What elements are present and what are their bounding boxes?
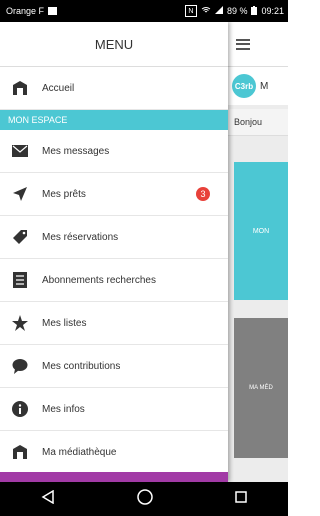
logo[interactable]: C3rb xyxy=(232,74,256,98)
android-nav-bar xyxy=(0,482,288,516)
carrier-label: Orange F xyxy=(6,6,45,16)
menu-item-label: Ma médiathèque xyxy=(42,446,117,458)
recents-icon[interactable] xyxy=(235,490,247,508)
tile-ma-mediatheque[interactable]: MA MÉD xyxy=(234,318,288,458)
menu-item-mes-reservations[interactable]: Mes réservations xyxy=(0,216,228,259)
menu-item-ma-mediatheque[interactable]: Ma médiathèque xyxy=(0,431,228,474)
library-icon xyxy=(10,442,30,462)
tile-mon-espace[interactable]: MON xyxy=(234,162,288,300)
menu-item-mes-messages[interactable]: Mes messages xyxy=(0,130,228,173)
app-toolbar xyxy=(228,22,288,67)
menu-item-mes-prets[interactable]: Mes prêts 3 xyxy=(0,173,228,216)
menu-item-accueil[interactable]: Accueil xyxy=(0,67,228,110)
tag-icon xyxy=(10,227,30,247)
menu-item-label: Mes prêts xyxy=(42,188,86,200)
star-icon xyxy=(10,313,30,333)
section-header: MON ESPACE xyxy=(0,110,228,130)
menu-item-label: Mes infos xyxy=(42,403,85,415)
info-icon xyxy=(10,399,30,419)
nfc-icon: N xyxy=(184,5,197,17)
menu-item-mes-listes[interactable]: Mes listes xyxy=(0,302,228,345)
library-icon xyxy=(10,78,30,98)
menu-item-mes-contributions[interactable]: Mes contributions xyxy=(0,345,228,388)
menu-item-abonnements-recherches[interactable]: Abonnements recherches xyxy=(0,259,228,302)
main-content: C3rb M Bonjou MON MA MÉD xyxy=(228,22,288,482)
logo-row: C3rb M xyxy=(228,67,288,105)
menu-item-label: Accueil xyxy=(42,82,75,94)
wifi-icon xyxy=(201,6,211,16)
menu-item-label: Mes messages xyxy=(42,145,110,157)
list-icon xyxy=(10,270,30,290)
signal-icon xyxy=(214,6,223,16)
greeting: Bonjou xyxy=(228,109,288,136)
navigation-drawer: MENU Accueil MON ESPACE Mes messages Mes… xyxy=(0,22,228,482)
clock: 09:21 xyxy=(261,6,284,16)
envelope-icon xyxy=(10,141,30,161)
status-bar: Orange F N 89 % 09:21 xyxy=(0,0,288,22)
home-icon[interactable] xyxy=(137,488,153,510)
status-right: N 89 % 09:21 xyxy=(184,5,284,17)
menu-item-label: Mes contributions xyxy=(42,360,121,372)
notification-icon xyxy=(48,7,58,15)
hamburger-icon[interactable] xyxy=(236,38,250,50)
battery-label: 89 % xyxy=(226,6,248,16)
menu-item-label: Mes listes xyxy=(42,317,87,329)
menu-item-mes-infos[interactable]: Mes infos xyxy=(0,388,228,431)
drawer-footer-band xyxy=(0,472,228,482)
count-badge: 3 xyxy=(196,187,210,201)
back-icon[interactable] xyxy=(41,489,55,509)
send-icon xyxy=(10,184,30,204)
drawer-title: MENU xyxy=(0,22,228,67)
chat-bubble-icon xyxy=(10,356,30,376)
menu-item-label: Abonnements recherches xyxy=(42,274,156,286)
battery-icon xyxy=(251,5,258,17)
menu-item-label: Mes réservations xyxy=(42,231,119,243)
logo-text: M xyxy=(260,80,269,92)
